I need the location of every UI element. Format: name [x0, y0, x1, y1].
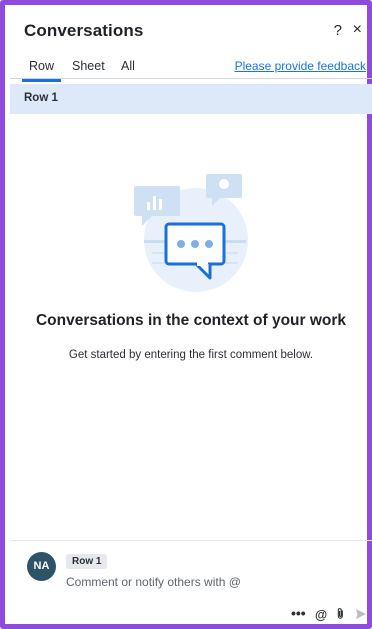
empty-state-subtext: Get started by entering the first commen… [68, 349, 314, 361]
chat-illustration [134, 174, 248, 292]
feedback-link[interactable]: Please provide feedback [235, 59, 366, 73]
conversations-panel: Conversations ? × Row Sheet All Please p… [10, 10, 372, 629]
empty-state-heading: Conversations in the context of your wor… [35, 312, 347, 329]
attach-icon[interactable] [336, 607, 345, 620]
window-frame: Conversations ? × Row Sheet All Please p… [0, 0, 372, 629]
panel-title: Conversations [24, 21, 144, 40]
tab-bar: Row Sheet All Please provide feedback [10, 52, 372, 82]
tab-all[interactable]: All [121, 59, 135, 79]
send-icon[interactable] [355, 608, 367, 620]
composer-divider [10, 540, 372, 541]
mention-icon[interactable]: @ [315, 608, 327, 622]
panel-header: Conversations ? × [10, 10, 372, 52]
help-icon[interactable]: ? [334, 22, 342, 39]
context-label: Row 1 [24, 92, 58, 104]
comment-input[interactable] [66, 573, 356, 591]
avatar: NA [27, 552, 56, 581]
context-bar: Row 1 [10, 84, 372, 114]
tab-row[interactable]: Row [22, 59, 62, 82]
more-icon[interactable]: ••• [291, 605, 306, 621]
tab-sheet[interactable]: Sheet [72, 59, 105, 79]
composer-context-chip: Row 1 [66, 554, 108, 569]
close-icon[interactable]: × [353, 21, 362, 39]
